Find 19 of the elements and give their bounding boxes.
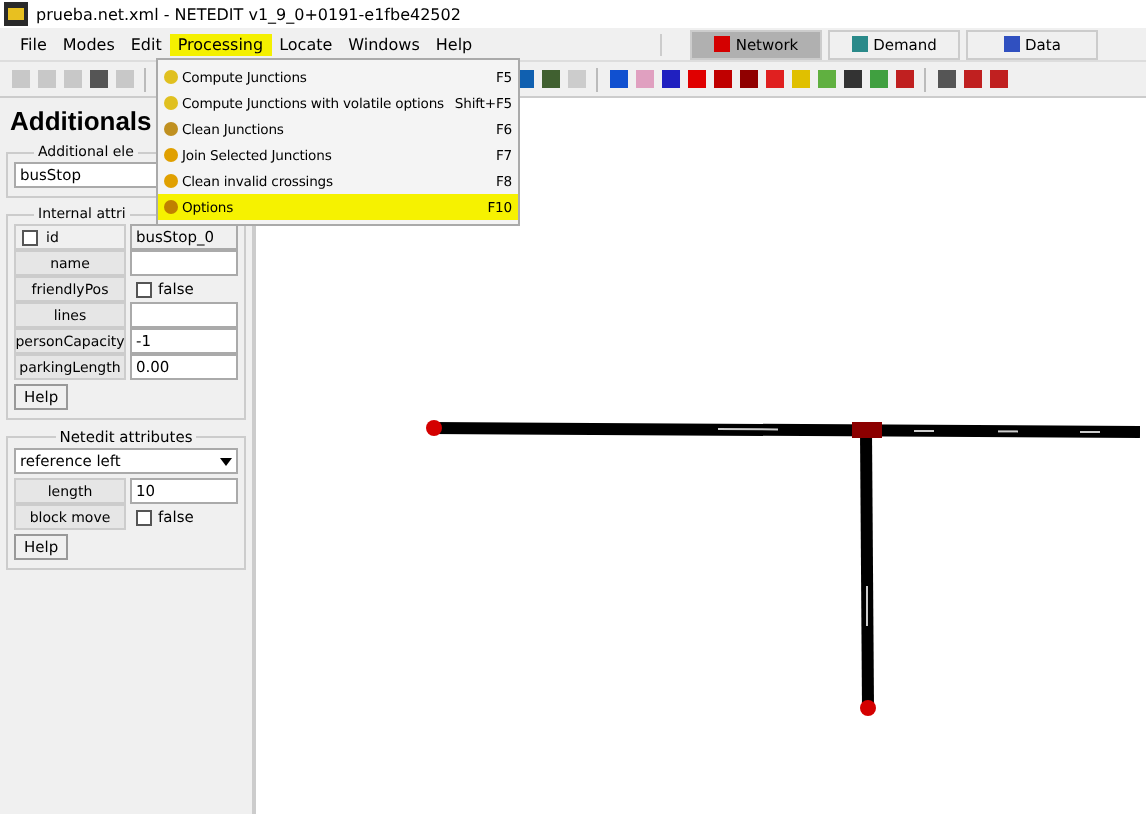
- mode-icon: [713, 36, 730, 52]
- dropdown-arrow-icon: [220, 457, 232, 465]
- junction-node[interactable]: [852, 422, 882, 438]
- menu-item[interactable]: Help: [427, 33, 481, 55]
- app-icon: [4, 2, 28, 26]
- junction-node[interactable]: [426, 420, 442, 436]
- panel-title: Additionals: [8, 104, 152, 136]
- menu-item[interactable]: Windows: [340, 33, 428, 55]
- mode-icon: [851, 36, 868, 52]
- menu-item[interactable]: Edit: [122, 33, 170, 55]
- input-field[interactable]: [130, 250, 238, 276]
- input-field[interactable]: [130, 302, 238, 328]
- mode-icon: [1003, 36, 1020, 52]
- menu-item[interactable]: Locate: [271, 33, 341, 55]
- menu-item[interactable]: Processing: [169, 33, 272, 55]
- menu-item[interactable]: File: [12, 33, 55, 55]
- menu-item[interactable]: Modes: [54, 33, 123, 55]
- window-title: prueba.net.xml - NETEDIT v1_9_0+0191-e1fbe42502: [36, 5, 461, 23]
- junction-node[interactable]: [860, 700, 876, 716]
